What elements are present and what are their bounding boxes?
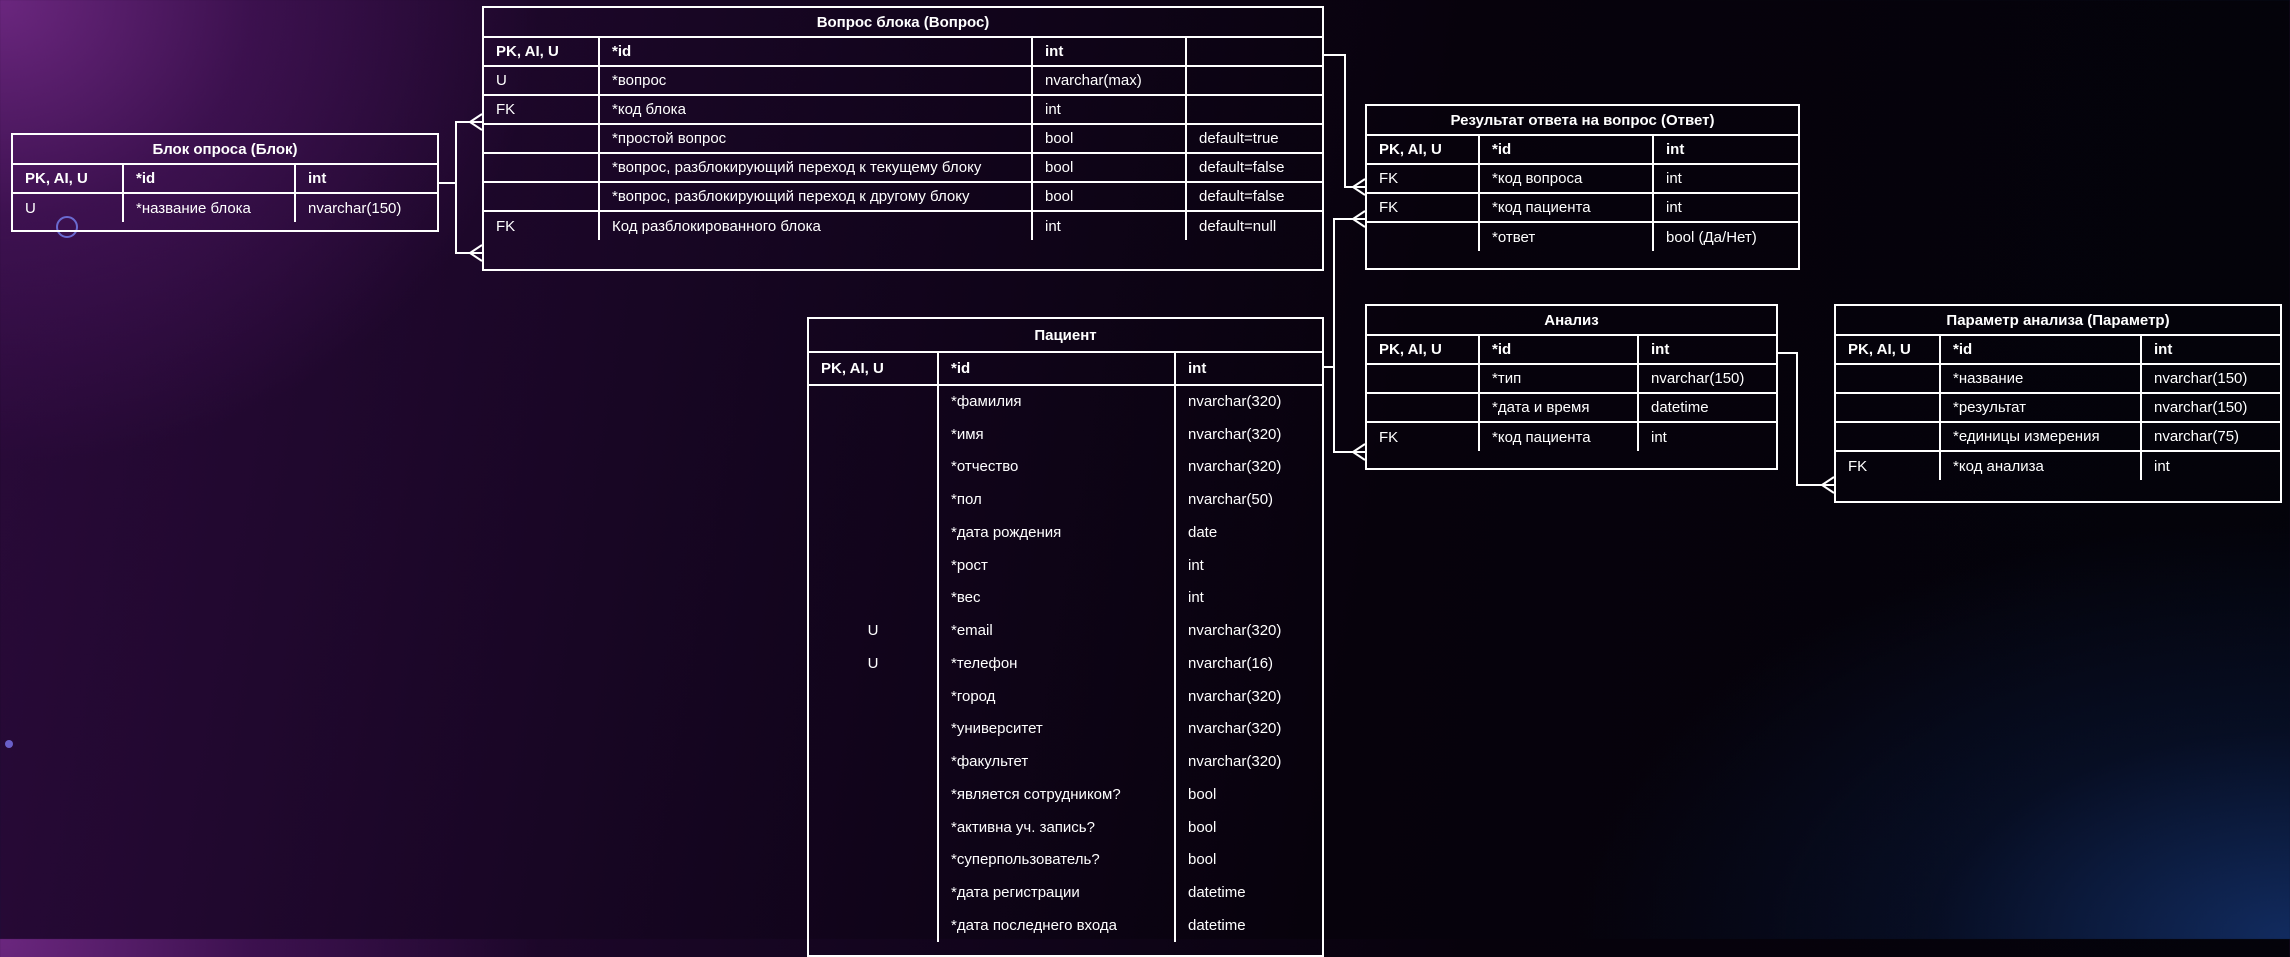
relation-block-question-unlock xyxy=(455,183,482,254)
relation-patient-answer xyxy=(1324,218,1365,368)
relation-analysis-param xyxy=(1778,352,1834,486)
relation-question-answer xyxy=(1324,54,1365,188)
relation-block-question xyxy=(439,121,482,184)
relationship-lines xyxy=(439,54,1835,494)
relation-patient-analysis xyxy=(1333,367,1365,453)
